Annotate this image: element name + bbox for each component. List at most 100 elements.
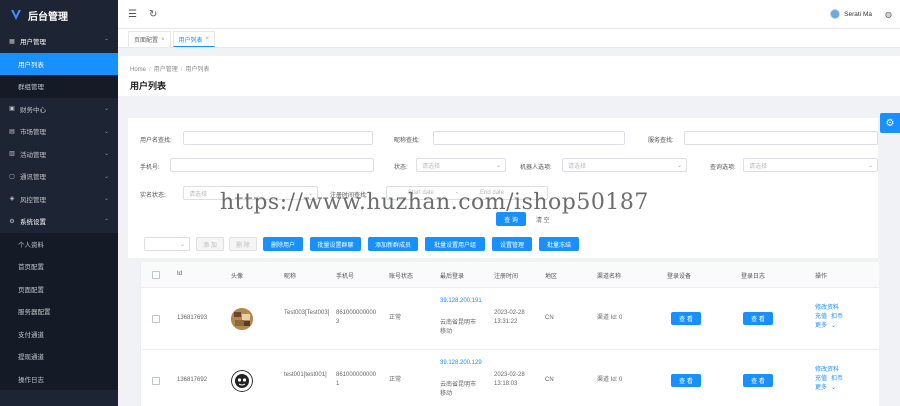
table-row: 136817692 test001[test001] 8610000000001…	[141, 350, 879, 406]
breadcrumb-level1[interactable]: 用户管理	[154, 67, 178, 73]
sidebar-item-server-config[interactable]: 服务器配置	[0, 300, 118, 323]
realname-select[interactable]: 请选择 ⌄	[183, 186, 318, 200]
account-label: 服务查找:	[648, 138, 674, 144]
menu-toggle-icon[interactable]: ☰	[128, 9, 137, 20]
sidebar-item-group-management[interactable]: 群组管理	[0, 75, 118, 98]
table-row: 136817693 Test003[Test003] 8610000000003…	[141, 288, 879, 350]
realname-placeholder: 请选择	[189, 191, 208, 198]
more-link[interactable]: 更多	[815, 323, 827, 329]
sidebar-item-label: 系统设置	[20, 219, 46, 227]
sidebar-item-operation-log[interactable]: 操作日志	[0, 368, 118, 391]
online-label: 查询选项:	[710, 165, 736, 171]
page-title: 用户列表	[130, 81, 167, 91]
view-log-button[interactable]: 查 看	[743, 312, 773, 325]
chevron-down-icon: ⌄	[831, 323, 837, 329]
sidebar-item-system-settings[interactable]: ⚙ 系统设置 ⌃	[0, 210, 118, 233]
cell-last-login-ip[interactable]: 39.128.200.129	[440, 359, 482, 368]
shop-icon: ▤	[9, 128, 15, 135]
tab-label: 用户列表	[178, 37, 203, 44]
action-bar: ⌄ 添 加 删 除 删除用户 批量设置群聊 添加新群成员 批量设置用户组 设置管…	[128, 228, 878, 258]
bulk-select[interactable]: ⌄	[144, 237, 190, 251]
close-icon[interactable]: ×	[206, 36, 210, 42]
cell-channel: 渠道 Id: 0	[597, 377, 623, 383]
cell-nickname: test001[test001]	[284, 372, 327, 378]
sidebar-item-label: 风控管理	[20, 196, 46, 204]
row-checkbox[interactable]	[152, 315, 160, 323]
sidebar-item-risk[interactable]: ◈ 风控管理 ⌄	[0, 188, 118, 211]
delete-button[interactable]: 删 除	[229, 237, 257, 251]
batch-group-chat-button[interactable]: 批量设置群聊	[310, 237, 361, 251]
sidebar-item-user-management[interactable]: ▦ 用户管理 ⌃	[0, 30, 118, 53]
set-admin-button[interactable]: 设置管理	[492, 237, 532, 251]
batch-freeze-button[interactable]: 批量冻结	[539, 237, 579, 251]
robot-select[interactable]: 请选择 ⌄	[562, 158, 687, 172]
th-phone: 手机号	[336, 274, 355, 280]
deduct-link[interactable]: 扣币	[831, 376, 843, 382]
sidebar-item-label: 用户列表	[18, 61, 44, 69]
view-device-button[interactable]: 查 看	[671, 312, 701, 325]
user-menu[interactable]: Serati Ma	[830, 9, 872, 19]
cell-last-login-ip[interactable]: 39.128.200.191	[440, 297, 482, 306]
user-table: Id 头像 昵称 手机号 账号状态 最后登录 注册时间 地区 渠道名称 登录设备…	[140, 262, 879, 406]
recharge-link[interactable]: 充值	[815, 314, 827, 320]
edit-profile-link[interactable]: 修改资料	[815, 304, 847, 313]
search-button[interactable]: 查 询	[496, 212, 526, 226]
phone-input[interactable]	[170, 158, 374, 172]
online-select[interactable]: 请选择 ⌄	[743, 158, 878, 172]
sidebar-item-activity[interactable]: ▥ 活动管理 ⌄	[0, 143, 118, 166]
add-group-member-button[interactable]: 添加新群成员	[368, 237, 418, 251]
sidebar-item-page-config[interactable]: 页面配置	[0, 278, 118, 301]
clear-button[interactable]: 清 空	[536, 215, 550, 224]
brand: 后台管理	[0, 0, 118, 30]
refresh-icon[interactable]: ↻	[149, 9, 157, 20]
sidebar-item-communication[interactable]: ▢ 通讯管理 ⌄	[0, 165, 118, 188]
edit-profile-link[interactable]: 修改资料	[815, 366, 847, 375]
sidebar-item-profile[interactable]: 个人资料	[0, 233, 118, 256]
sidebar-item-market[interactable]: ▤ 市场管理 ⌄	[0, 120, 118, 143]
globe-icon[interactable]: ◍	[885, 10, 892, 19]
view-log-button[interactable]: 查 看	[743, 374, 773, 387]
settings-gear-button[interactable]: ⚙	[880, 113, 900, 133]
sidebar-item-user-list[interactable]: 用户列表	[0, 52, 118, 75]
cell-phone: 8610000000001	[336, 372, 377, 387]
cell-register-time: 13:31:22	[494, 319, 518, 325]
date-range-picker[interactable]: Start date - End date	[386, 186, 548, 200]
gear-icon: ⚙	[9, 218, 15, 225]
grid-icon: ▦	[9, 38, 15, 45]
time-label: 注册时间查找:	[330, 193, 368, 199]
sidebar-item-payment-channel[interactable]: 支付通道	[0, 323, 118, 346]
username-input[interactable]	[183, 131, 373, 145]
chevron-up-icon: ⌃	[103, 38, 109, 45]
breadcrumb-home[interactable]: Home	[130, 67, 146, 73]
status-select[interactable]: 请选择 ⌄	[416, 158, 506, 172]
avatar	[231, 308, 253, 330]
sidebar-item-label: 操作日志	[18, 376, 44, 384]
cell-last-login-location: 云南省昆明市 移动	[440, 382, 477, 397]
more-link[interactable]: 更多	[815, 385, 827, 391]
delete-user-button[interactable]: 删除用户	[263, 237, 303, 251]
view-device-button[interactable]: 查 看	[671, 374, 701, 387]
recharge-link[interactable]: 充值	[815, 376, 827, 382]
tab-user-list[interactable]: 用户列表 ×	[172, 31, 216, 47]
sidebar-item-label: 活动管理	[20, 151, 46, 159]
end-date-placeholder: End date	[480, 190, 505, 196]
close-icon[interactable]: ×	[161, 37, 165, 43]
avatar	[830, 9, 841, 19]
account-input[interactable]	[684, 131, 878, 145]
row-checkbox[interactable]	[152, 377, 160, 385]
add-button[interactable]: 添 加	[196, 237, 224, 251]
nickname-input[interactable]	[433, 131, 625, 145]
shield-icon: ◈	[9, 196, 15, 203]
tab-page-config[interactable]: 页面配置 ×	[128, 31, 171, 47]
sidebar-item-finance[interactable]: ▣ 财务中心 ⌄	[0, 98, 118, 121]
deduct-link[interactable]: 扣币	[831, 314, 843, 320]
nickname-label: 昵称查找:	[394, 138, 420, 144]
avatar	[231, 370, 253, 392]
chevron-down-icon: ⌄	[867, 162, 873, 169]
batch-user-group-button[interactable]: 批量设置用户组	[425, 237, 485, 251]
sidebar-item-withdraw-channel[interactable]: 提现通道	[0, 345, 118, 368]
select-all-checkbox[interactable]	[152, 271, 160, 279]
cell-status: 正常	[389, 315, 402, 321]
sidebar-item-home-config[interactable]: 首页配置	[0, 255, 118, 278]
chat-icon: ▢	[9, 173, 15, 180]
